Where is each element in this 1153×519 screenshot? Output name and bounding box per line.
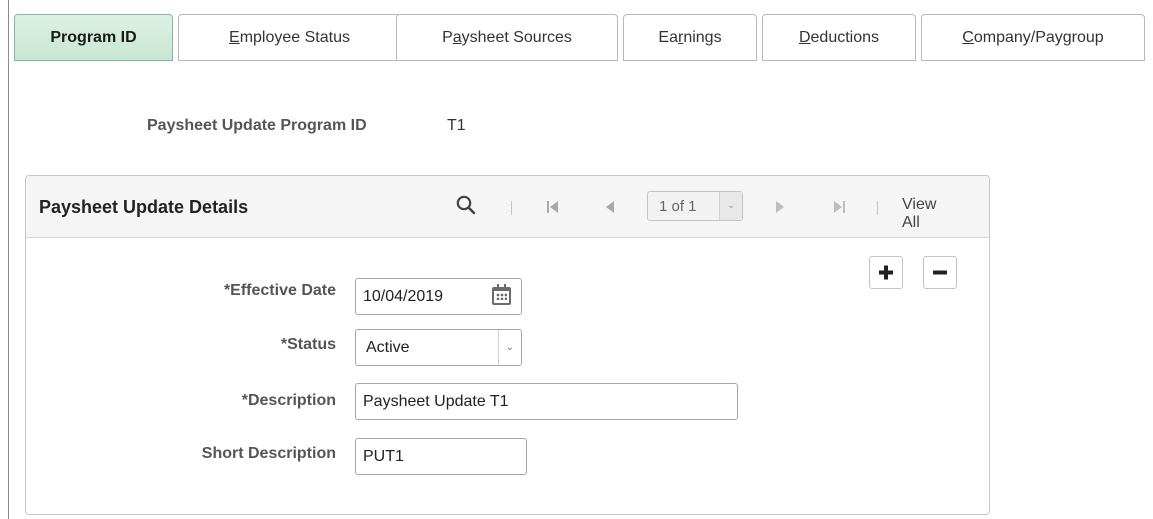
last-page-icon[interactable]	[832, 199, 846, 215]
chevron-down-icon: ⌄	[719, 192, 742, 220]
panel-header: Paysheet Update Details 1 of 1 ⌄ View Al…	[26, 176, 989, 238]
chevron-down-icon: ⌄	[498, 330, 521, 365]
panel-title: Paysheet Update Details	[39, 197, 249, 217]
tab-earnings[interactable]: Earnings	[623, 14, 757, 61]
short-description-value: PUT1	[363, 448, 404, 465]
separator	[511, 201, 512, 215]
page-frame-edge	[8, 0, 9, 519]
next-icon[interactable]	[775, 199, 785, 215]
tab-company-paygroup[interactable]: Company/Paygroup	[921, 14, 1145, 61]
tab-program-id[interactable]: Program ID	[14, 14, 173, 61]
status-label: *Status	[280, 336, 336, 353]
effective-date-field[interactable]: 10/04/2019	[355, 278, 522, 315]
row-pager-select[interactable]: 1 of 1 ⌄	[647, 191, 743, 221]
delete-row-button[interactable]	[923, 256, 957, 289]
first-page-icon[interactable]	[546, 199, 560, 215]
effective-date-label: *Effective Date	[223, 282, 336, 299]
short-description-field[interactable]: PUT1	[355, 438, 527, 475]
short-description-label: Short Description	[201, 445, 336, 462]
plus-icon	[879, 265, 893, 280]
calendar-icon[interactable]	[492, 284, 511, 305]
separator	[877, 201, 878, 215]
tab-deductions[interactable]: Deductions	[762, 14, 916, 61]
description-label: *Description	[241, 392, 336, 409]
status-value: Active	[366, 339, 410, 356]
status-select[interactable]: Active ⌄	[355, 329, 522, 366]
program-id-value: T1	[447, 117, 466, 134]
tab-employee-status[interactable]: Employee Status	[178, 14, 401, 61]
add-row-button[interactable]	[869, 256, 903, 289]
search-icon[interactable]	[455, 194, 477, 216]
pager-text: 1 of 1	[659, 198, 697, 215]
tab-paysheet-sources[interactable]: Paysheet Sources	[396, 14, 618, 61]
description-field[interactable]: Paysheet Update T1	[355, 383, 738, 420]
view-all-link[interactable]: View All	[902, 196, 936, 232]
minus-icon	[933, 270, 947, 275]
description-value: Paysheet Update T1	[363, 393, 509, 410]
previous-icon[interactable]	[605, 199, 615, 215]
paysheet-update-details-panel: Paysheet Update Details 1 of 1 ⌄ View Al…	[25, 175, 990, 515]
effective-date-value: 10/04/2019	[363, 288, 444, 305]
program-id-label: Paysheet Update Program ID	[147, 117, 367, 134]
